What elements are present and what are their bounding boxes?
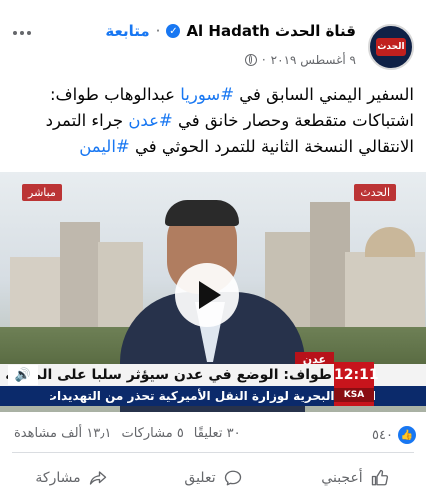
post-date[interactable]: ٩ أغسطس ٢٠١٩: [271, 53, 356, 67]
like-label: أعجبني: [321, 470, 363, 486]
speaker-hair: [165, 200, 239, 226]
engagement-counts: ٣٠ تعليقًا ٥ مشاركات ١٣٫١ ألف مشاهدة: [14, 426, 241, 441]
reactions-summary[interactable]: ٥٤٠ 👍: [372, 426, 416, 444]
post-text-segment: السفير اليمني السابق في: [234, 85, 414, 104]
comments-count[interactable]: ٣٠ تعليقًا: [194, 426, 241, 441]
comment-bubble-icon: [224, 469, 242, 487]
follow-button[interactable]: متابعة: [105, 22, 149, 40]
post-header: قناة الحدث Al Hadath ✓ · متابعة ٩ أغسطس …: [0, 0, 426, 78]
views-count: ١٣٫١ ألف مشاهدة: [14, 426, 112, 441]
ticker-text: الإدارة البحرية لوزارة النقل الأميركية ت…: [50, 389, 376, 403]
thumbs-up-icon: [371, 469, 389, 487]
share-label: مشاركة: [35, 470, 81, 486]
page-line: قناة الحدث Al Hadath ✓ · متابعة: [105, 22, 356, 40]
avatar-logo: الحدث: [376, 38, 406, 56]
like-button[interactable]: أعجبني: [284, 456, 426, 500]
action-bar: أعجبني تعليق مشاركة: [0, 456, 426, 500]
clock-time: 12:11: [334, 367, 379, 383]
hashtag-link[interactable]: #عدن: [128, 111, 172, 130]
clock-city: KSA: [334, 388, 374, 402]
divider: [12, 452, 414, 453]
comment-button[interactable]: تعليق: [142, 456, 284, 500]
more-options-icon[interactable]: [8, 24, 36, 42]
verified-badge-icon: ✓: [166, 24, 181, 38]
shares-count[interactable]: ٥ مشاركات: [121, 426, 183, 441]
reactions-count: ٥٤٠: [372, 427, 393, 443]
separator-dot: ·: [261, 53, 266, 67]
comment-label: تعليق: [184, 470, 216, 486]
share-arrow-icon: [89, 469, 107, 487]
share-button[interactable]: مشاركة: [0, 456, 142, 500]
globe-icon: [244, 54, 257, 66]
live-tag: مباشر: [22, 184, 62, 201]
post-meta: ٩ أغسطس ٢٠١٩ ·: [244, 53, 356, 67]
clock-box: 12:11 KSA: [334, 362, 379, 406]
page-name[interactable]: قناة الحدث Al Hadath: [186, 22, 356, 40]
video-player[interactable]: مباشر الحدث عدن طواف: الوضع في عدن سيؤثر…: [0, 172, 426, 412]
page-avatar[interactable]: الحدث: [368, 24, 414, 70]
separator-dot: ·: [155, 22, 161, 40]
headline-text: طواف: الوضع في عدن سيؤثر سلبا على المدين…: [0, 367, 332, 383]
background-dome: [365, 227, 415, 257]
play-button[interactable]: [175, 263, 239, 327]
channel-watermark: الحدث: [354, 184, 396, 201]
post-text: السفير اليمني السابق في #سوريا عبدالوهاب…: [10, 82, 414, 160]
post-stats: ٣٠ تعليقًا ٥ مشاركات ١٣٫١ ألف مشاهدة ٥٤٠…: [0, 420, 426, 448]
hashtag-link[interactable]: #سوريا: [180, 85, 234, 104]
sound-icon[interactable]: 🔊: [8, 365, 38, 385]
hashtag-link[interactable]: #اليمن: [79, 137, 130, 156]
like-reaction-icon: 👍: [397, 426, 416, 444]
